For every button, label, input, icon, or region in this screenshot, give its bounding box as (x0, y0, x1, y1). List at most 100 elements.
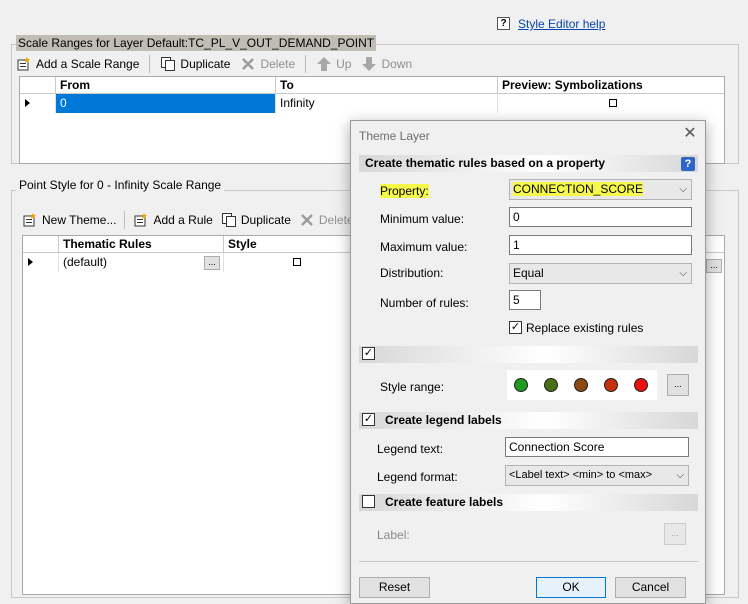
property-label: Property: (380, 184, 429, 198)
current-row-arrow-icon (25, 99, 30, 107)
current-row-arrow-icon (28, 258, 33, 266)
scale-ranges-header: From To Preview: Symbolizations (20, 77, 724, 94)
arrow-down-icon (362, 57, 377, 71)
table-row[interactable]: 0 Infinity (20, 94, 724, 113)
cell-rule[interactable]: (default) ... (59, 253, 224, 272)
down-label: Down (381, 57, 413, 71)
minimum-value-label: Minimum value: (380, 212, 465, 226)
chevron-down-icon: ⌵ (679, 268, 687, 279)
style-ellipsis-button[interactable]: ... (706, 259, 722, 273)
add-rule-label: Add a Rule (153, 213, 213, 227)
property-select[interactable]: CONNECTION_SCORE ⌵ (509, 179, 692, 200)
close-icon[interactable]: ✕ (681, 125, 699, 143)
new-theme-button[interactable]: New Theme... (22, 212, 116, 228)
row-header-corner (23, 236, 59, 252)
delete-icon (242, 58, 255, 70)
row-selector[interactable] (20, 94, 56, 113)
help-icon[interactable]: ? (681, 157, 695, 171)
cancel-button[interactable]: Cancel (615, 577, 686, 598)
add-rule-button[interactable]: Add a Rule (133, 212, 213, 228)
help-question-icon: ? (497, 17, 510, 30)
row-header-corner (20, 77, 56, 93)
legend-text-input[interactable]: Connection Score (505, 437, 689, 457)
toolbar-separator (305, 55, 307, 73)
style-color-swatch (514, 378, 528, 392)
scale-ranges-title: Scale Ranges for Layer Default:TC_PL_V_O… (16, 35, 377, 51)
dialog-title: Theme Layer (359, 129, 430, 143)
point-symbol-preview-icon (609, 99, 617, 107)
number-of-rules-input[interactable]: 5 (509, 290, 541, 310)
point-style-toolbar: New Theme... Add a Rule Duplicate Delete (22, 211, 354, 229)
legend-labels-checkbox[interactable]: ✓ (362, 413, 375, 426)
label-ellipsis-button[interactable]: ... (664, 523, 686, 545)
move-up-button[interactable]: Up (316, 56, 351, 72)
column-preview[interactable]: Preview: Symbolizations (498, 77, 724, 93)
point-symbol-preview-icon (293, 258, 301, 266)
duplicate-icon (161, 57, 176, 71)
add-scale-range-button[interactable]: Add a Scale Range (16, 56, 139, 72)
replace-existing-rules-label: Replace existing rules (526, 321, 644, 335)
label-label: Label: (377, 528, 410, 542)
feature-labels-checkbox[interactable] (362, 495, 375, 508)
add-scale-range-icon (17, 57, 30, 71)
new-theme-label: New Theme... (42, 213, 117, 227)
ok-button[interactable]: OK (536, 577, 606, 598)
style-range-checkbox[interactable]: ✓ (362, 347, 375, 360)
style-color-swatch (544, 378, 558, 392)
duplicate-rule-button[interactable]: Duplicate (221, 212, 291, 228)
feature-labels-section-header: Create feature labels (359, 494, 698, 511)
theme-layer-dialog: Theme Layer ✕ Create thematic rules base… (350, 120, 706, 604)
chevron-down-icon: ⌵ (679, 184, 687, 195)
add-rule-icon (134, 213, 148, 227)
scale-ranges-toolbar: Add a Scale Range Duplicate Delete Up Do… (16, 55, 412, 73)
property-value: CONNECTION_SCORE (513, 182, 644, 196)
column-thematic-rules[interactable]: Thematic Rules (59, 236, 224, 252)
delete-label: Delete (260, 57, 296, 71)
reset-button[interactable]: Reset (359, 577, 430, 598)
rule-name: (default) (63, 255, 108, 269)
style-range-section-header: ✓ (359, 346, 698, 363)
column-from[interactable]: From (56, 77, 276, 93)
row-selector[interactable] (23, 253, 59, 272)
replace-existing-rules-checkbox[interactable]: ✓ (509, 321, 522, 334)
feature-section-title: Create feature labels (385, 495, 504, 509)
duplicate-icon (221, 213, 236, 227)
cell-from[interactable]: 0 (56, 94, 276, 113)
thematic-rules-section-header: Create thematic rules based on a propert… (359, 155, 698, 172)
new-theme-icon (23, 213, 36, 227)
toolbar-separator (124, 211, 126, 229)
rule-ellipsis-button[interactable]: ... (204, 256, 220, 270)
dialog-divider (359, 561, 698, 562)
duplicate-label: Duplicate (180, 57, 231, 71)
minimum-value-input[interactable]: 0 (509, 207, 692, 227)
style-range-swatches[interactable] (507, 370, 657, 400)
distribution-value: Equal (513, 266, 544, 280)
style-color-swatch (574, 378, 588, 392)
duplicate-scale-range-button[interactable]: Duplicate (160, 56, 230, 72)
cell-preview[interactable] (498, 94, 724, 113)
legend-format-value: <Label text> <min> to <max> (509, 469, 653, 481)
maximum-value-input[interactable]: 1 (509, 235, 692, 255)
delete-icon (301, 214, 313, 226)
style-color-swatch (604, 378, 618, 392)
column-to[interactable]: To (276, 77, 498, 93)
style-range-ellipsis-button[interactable]: ... (667, 374, 689, 396)
delete-rule-button[interactable]: Delete (299, 212, 354, 228)
legend-text-label: Legend text: (377, 442, 444, 456)
distribution-select[interactable]: Equal ⌵ (509, 263, 692, 284)
legend-labels-section-header: ✓ Create legend labels (359, 412, 698, 429)
up-label: Up (336, 57, 352, 71)
style-range-label: Style range: (380, 380, 445, 394)
cell-to[interactable]: Infinity (276, 94, 498, 113)
move-down-button[interactable]: Down (361, 56, 412, 72)
distribution-label: Distribution: (380, 266, 444, 280)
duplicate-rule-label: Duplicate (240, 213, 291, 227)
legend-format-label: Legend format: (377, 470, 458, 484)
delete-scale-range-button[interactable]: Delete (240, 56, 295, 72)
number-of-rules-label: Number of rules: (380, 296, 469, 310)
toolbar-separator (149, 55, 151, 73)
legend-format-select[interactable]: <Label text> <min> to <max> ⌵ (505, 465, 689, 486)
add-scale-range-label: Add a Scale Range (36, 57, 140, 71)
style-editor-help-link[interactable]: Style Editor help (518, 17, 605, 31)
delete-rule-label: Delete (318, 213, 354, 227)
